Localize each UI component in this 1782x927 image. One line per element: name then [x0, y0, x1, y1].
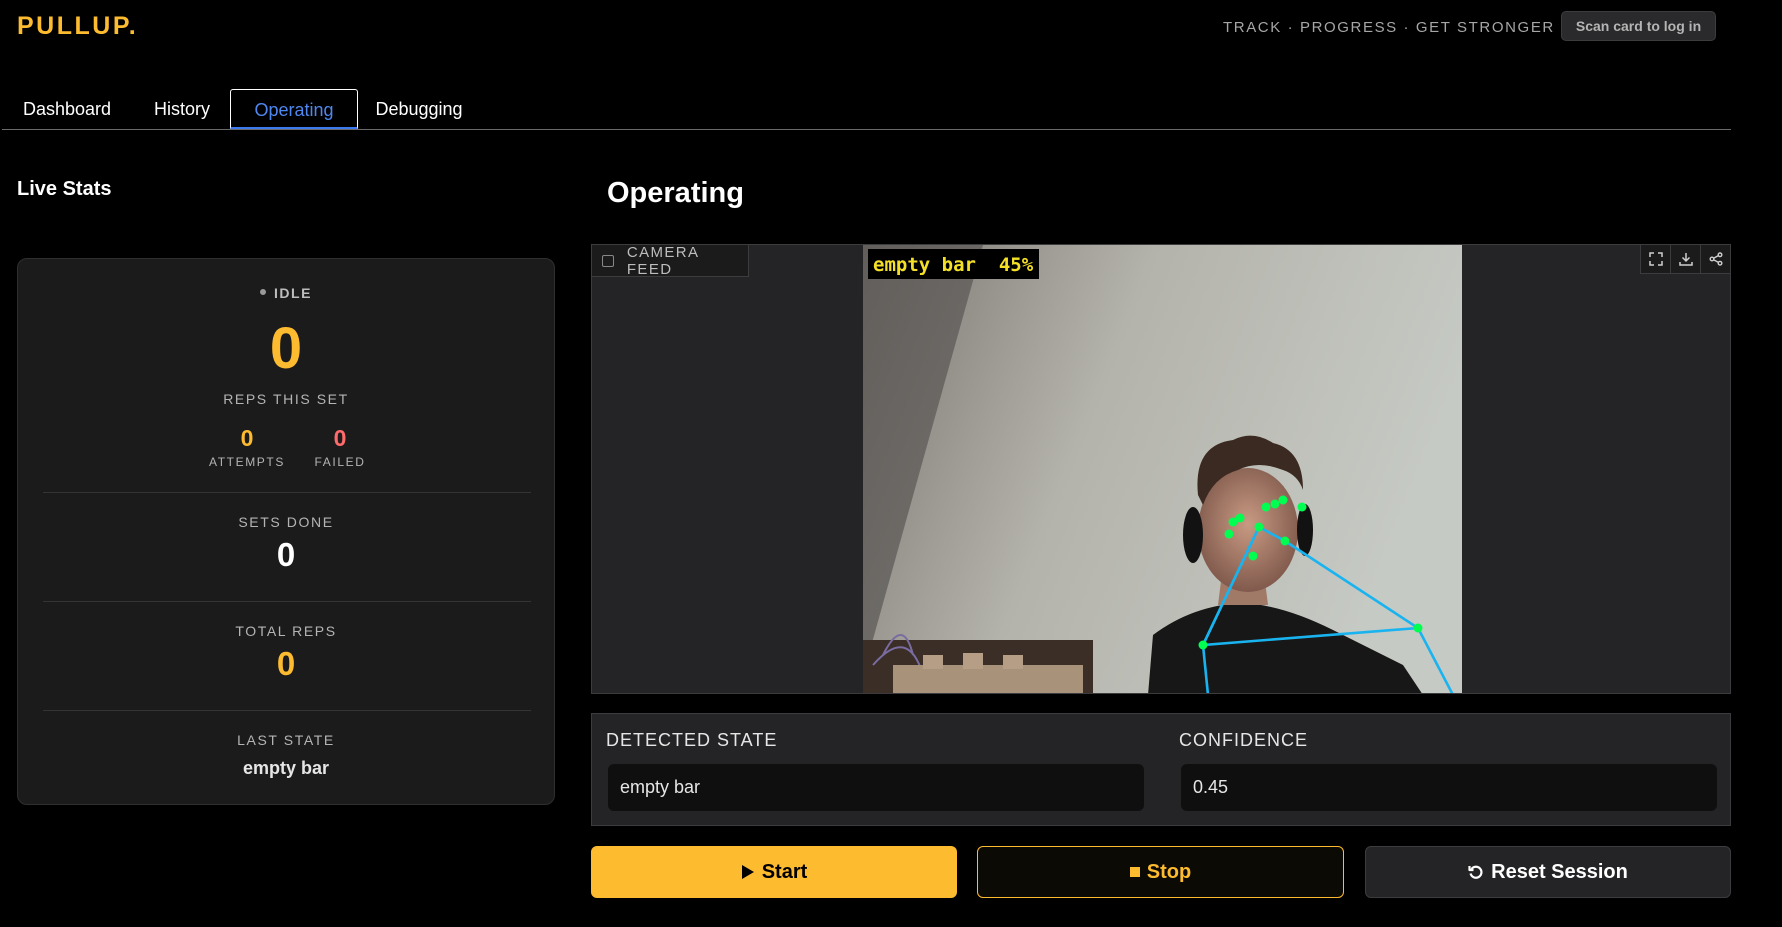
reset-session-button[interactable]: Reset Session [1365, 846, 1731, 898]
total-reps-label: TOTAL REPS [235, 623, 337, 639]
live-stats-title: Live Stats [17, 178, 112, 200]
status-label: IDLE [274, 285, 312, 301]
fullscreen-icon[interactable] [1641, 245, 1670, 273]
last-state-value: empty bar [242, 758, 330, 778]
start-button[interactable]: Start [591, 846, 957, 898]
detected-state-field: empty bar [608, 764, 1144, 811]
feed-toolbar [1640, 245, 1730, 274]
camera-feed-label-text: CAMERA FEED [626, 244, 699, 278]
app-logo: PULLUP. [17, 12, 139, 40]
divider [43, 601, 531, 602]
download-icon[interactable] [1670, 245, 1700, 273]
divider [43, 492, 531, 493]
detection-overlay-label: empty bar 45% [873, 254, 1034, 276]
sets-done-label: SETS DONE [238, 514, 334, 530]
share-icon[interactable] [1700, 245, 1730, 273]
reps-this-set-label: REPS THIS SET [223, 391, 349, 407]
detection-panel: DETECTED STATE empty bar CONFIDENCE 0.45 [591, 713, 1731, 826]
reset-icon [1468, 864, 1484, 880]
image-icon [602, 254, 614, 267]
divider [43, 710, 531, 711]
reps-this-set-value: 0 [269, 316, 303, 381]
failed-label: FAILED [314, 455, 366, 469]
camera-feed: empty bar 45% CAMERA FEED [591, 244, 1731, 694]
reset-label: Reset Session [1491, 860, 1628, 883]
tab-history[interactable]: History [132, 89, 232, 129]
total-reps-value: 0 [276, 645, 296, 682]
confidence-label: CONFIDENCE [1179, 730, 1309, 750]
failed-stat: 0 FAILED [280, 424, 400, 469]
stop-icon [1129, 867, 1140, 877]
status-indicator: IDLE [18, 285, 554, 301]
detected-state-label: DETECTED STATE [606, 730, 778, 750]
start-label: Start [761, 860, 808, 883]
tagline: TRACK · PROGRESS · GET STRONGER [1223, 19, 1555, 36]
failed-value: 0 [333, 425, 347, 451]
stop-button[interactable]: Stop [977, 846, 1344, 898]
live-stats-card: IDLE 0 REPS THIS SET 0 ATTEMPTS 0 FAILED… [17, 258, 555, 805]
play-icon [741, 864, 755, 880]
sets-done-value: 0 [276, 536, 296, 573]
tab-bar: Dashboard History Operating Debugging [2, 89, 1731, 130]
stop-label: Stop [1146, 860, 1192, 883]
scan-card-login-button[interactable]: Scan card to log in [1561, 11, 1716, 41]
tab-dashboard[interactable]: Dashboard [2, 89, 132, 129]
last-state-label: LAST STATE [237, 732, 335, 748]
tab-debugging[interactable]: Debugging [358, 89, 480, 129]
camera-feed-label: CAMERA FEED [592, 244, 749, 278]
camera-image: empty bar 45% [863, 245, 1462, 693]
confidence-field: 0.45 [1181, 764, 1717, 811]
operating-title: Operating [607, 177, 744, 209]
status-dot-icon [260, 289, 267, 296]
tab-operating[interactable]: Operating [230, 89, 358, 129]
